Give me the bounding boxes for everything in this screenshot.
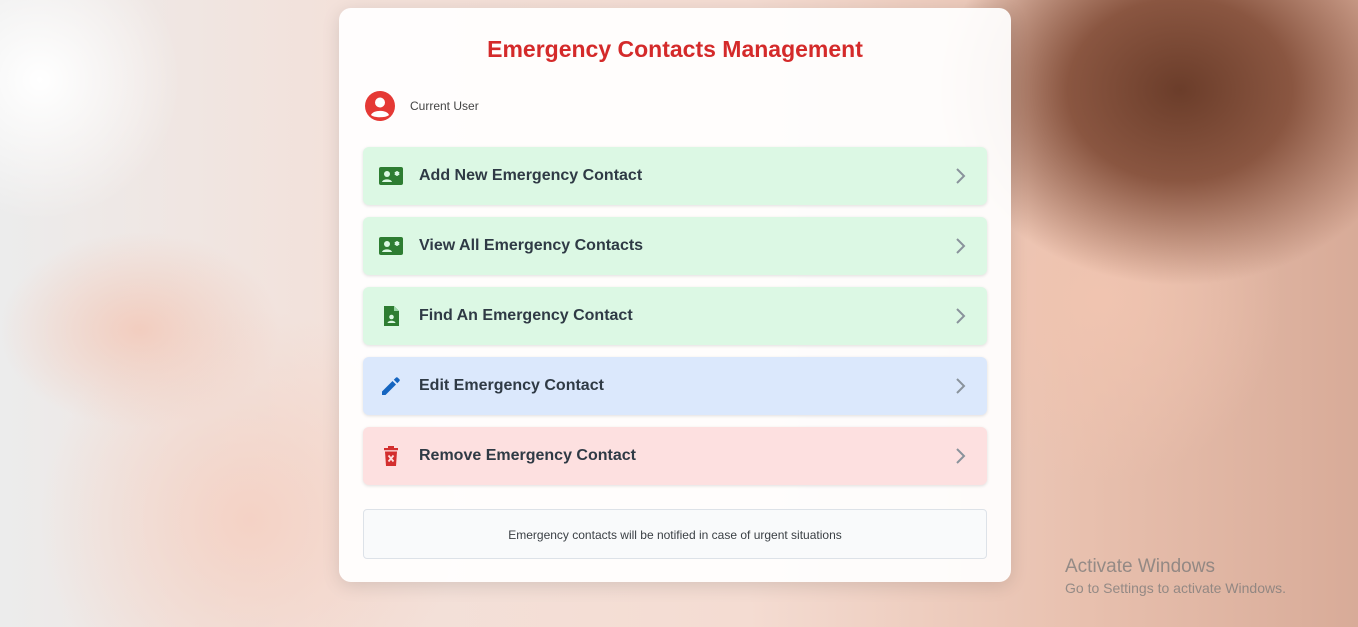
current-user-label: Current User [410,99,479,113]
chevron-right-icon [956,168,966,184]
chevron-right-icon [956,378,966,394]
chevron-right-icon [956,238,966,254]
menu-item-label: Edit Emergency Contact [419,377,604,394]
current-user-row: Current User [365,91,479,121]
contact-card-icon [379,167,403,185]
watermark-title: Activate Windows [1065,556,1215,577]
trash-icon [384,446,398,466]
menu-item-label: Add New Emergency Contact [419,167,643,184]
user-circle-icon [365,91,395,121]
contact-card-icon [379,237,403,255]
pencil-icon [382,377,400,395]
main-card: Emergency Contacts Management Current Us… [339,8,1011,582]
view-contacts-button[interactable]: View All Emergency Contacts [363,217,987,275]
contact-file-icon [384,306,399,326]
page-title: Emergency Contacts Management [487,36,863,62]
menu-item-label: View All Emergency Contacts [419,237,644,254]
menu-item-label: Find An Emergency Contact [419,307,633,324]
activate-windows-watermark: Activate Windows Go to Settings to activ… [1065,556,1286,596]
add-contact-button[interactable]: Add New Emergency Contact [363,147,987,205]
watermark-subtitle: Go to Settings to activate Windows. [1065,580,1286,596]
edit-contact-button[interactable]: Edit Emergency Contact [363,357,987,415]
remove-contact-button[interactable]: Remove Emergency Contact [363,427,987,485]
chevron-right-icon [956,308,966,324]
notification-note: Emergency contacts will be notified in c… [363,509,987,559]
chevron-right-icon [956,448,966,464]
menu-item-label: Remove Emergency Contact [419,447,636,464]
find-contact-button[interactable]: Find An Emergency Contact [363,287,987,345]
